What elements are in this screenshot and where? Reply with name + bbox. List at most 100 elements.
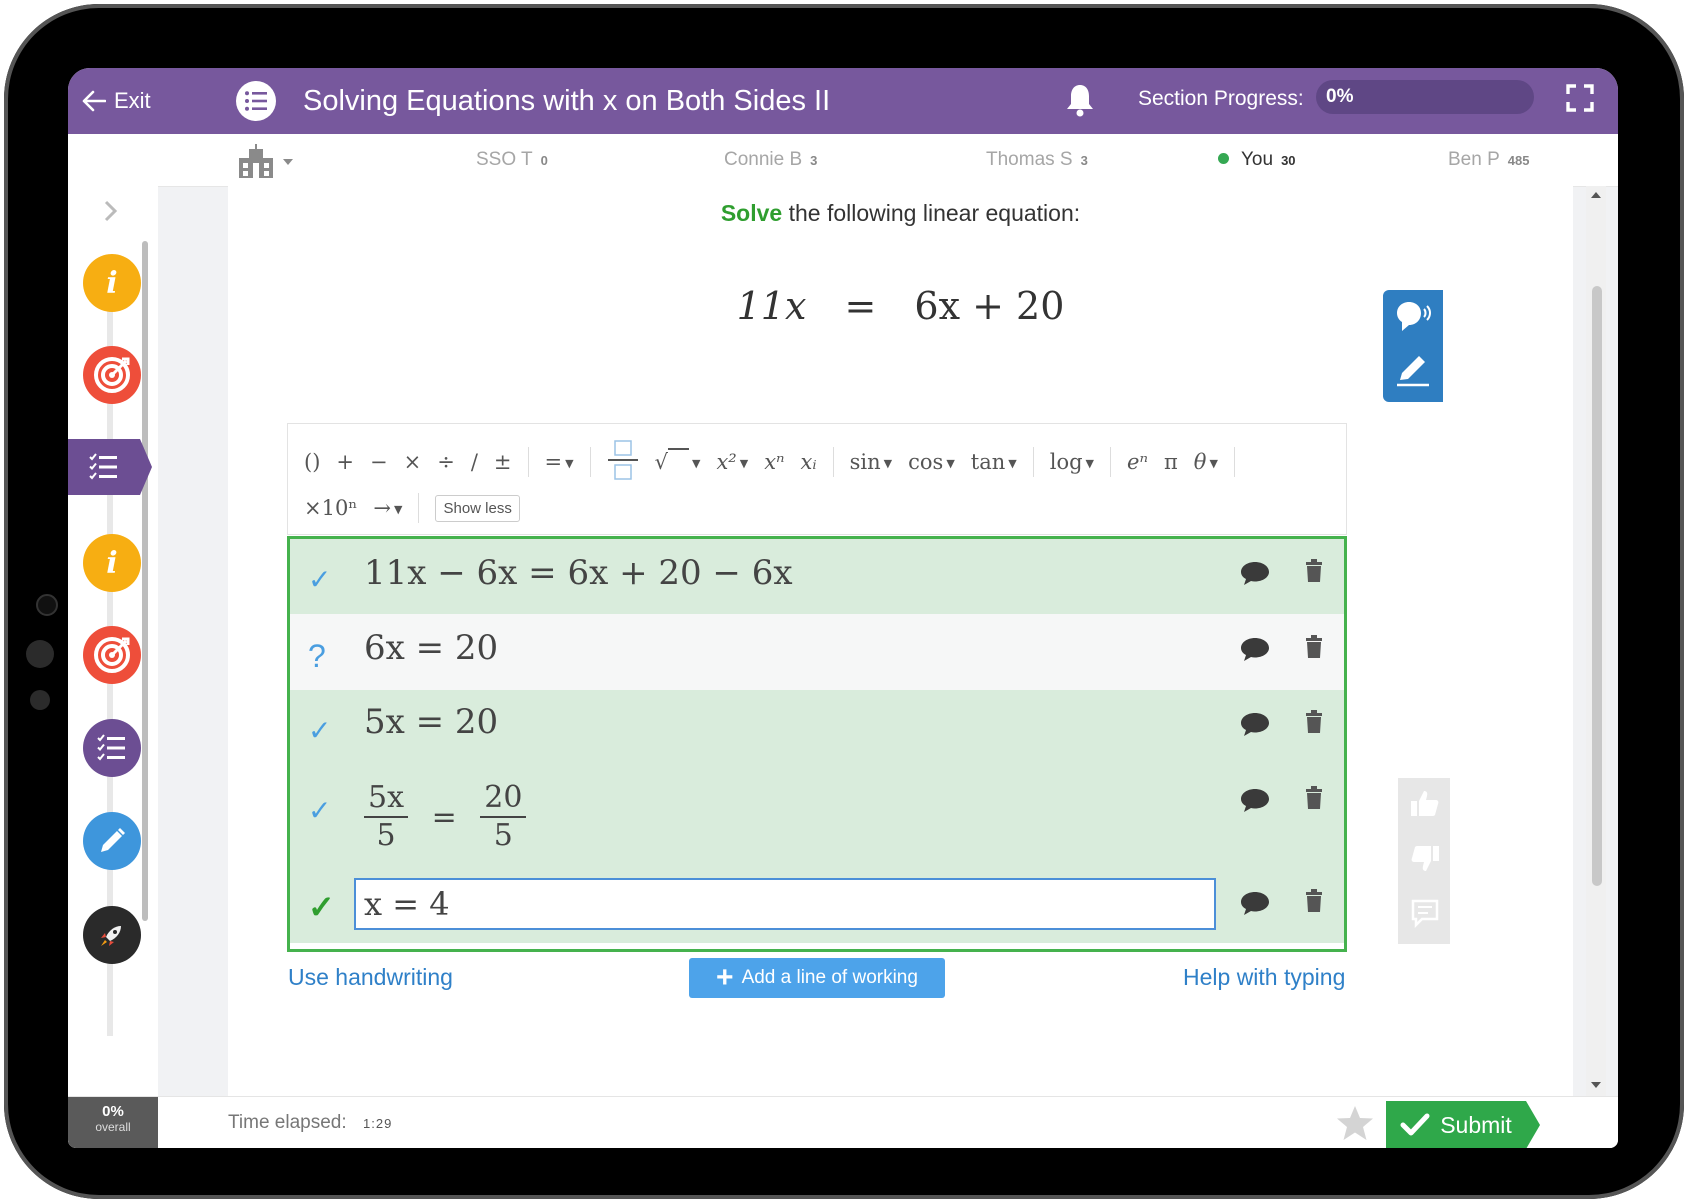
submit-button[interactable]: Submit bbox=[1386, 1101, 1540, 1148]
equals-sign: = bbox=[431, 799, 457, 835]
show-less-button[interactable]: Show less bbox=[435, 494, 520, 522]
pencil-icon[interactable] bbox=[83, 812, 141, 870]
info-icon[interactable]: i bbox=[83, 534, 141, 592]
comment-icon[interactable] bbox=[1240, 636, 1270, 667]
fraction-right: 20 5 bbox=[480, 780, 527, 854]
line-expression[interactable]: 5x 5 = 20 5 bbox=[364, 780, 527, 854]
leaderboard-score: 30 bbox=[1281, 153, 1296, 168]
speech-icon[interactable] bbox=[1395, 300, 1433, 339]
leaderboard-score: 3 bbox=[1080, 153, 1088, 168]
arrow-dropdown[interactable]: → ▼ bbox=[373, 496, 402, 520]
times-button[interactable]: × bbox=[404, 450, 422, 474]
sin-label: sin bbox=[849, 450, 881, 474]
sin-dropdown[interactable]: sin ▼ bbox=[850, 450, 893, 474]
prompt-text: the following linear equation: bbox=[782, 200, 1081, 226]
check-icon: ✓ bbox=[308, 889, 335, 925]
question-mark-icon: ? bbox=[308, 638, 326, 674]
arrow-left-icon bbox=[82, 90, 106, 112]
divide-button[interactable]: ÷ bbox=[437, 450, 455, 474]
info-icon[interactable]: i bbox=[83, 254, 141, 312]
plus-button[interactable]: + bbox=[336, 450, 354, 474]
toolbar-divider bbox=[1110, 447, 1112, 477]
square-dropdown[interactable]: x² ▼ bbox=[716, 450, 748, 474]
comment-icon[interactable] bbox=[1240, 787, 1270, 818]
thumbs-up-icon[interactable] bbox=[1410, 788, 1440, 823]
add-line-button[interactable]: + Add a line of working bbox=[689, 958, 945, 998]
overall-value: 0% bbox=[102, 1103, 124, 1120]
section-progress-bar: 0% bbox=[1316, 80, 1534, 114]
active-list-icon[interactable] bbox=[68, 439, 152, 495]
trash-icon[interactable] bbox=[1305, 559, 1323, 588]
rail-scrollbar[interactable] bbox=[142, 241, 148, 921]
target-icon[interactable] bbox=[83, 346, 141, 404]
exit-button[interactable]: Exit bbox=[82, 68, 151, 134]
working-line[interactable]: ✓ 5x = 20 bbox=[290, 690, 1344, 768]
info-glyph: i bbox=[106, 265, 118, 301]
side-tools bbox=[1383, 290, 1443, 402]
caret-down-icon: ▼ bbox=[739, 457, 749, 470]
theta-dropdown[interactable]: θ ▼ bbox=[1194, 450, 1218, 474]
parentheses-button[interactable]: () bbox=[304, 450, 320, 474]
page-title: Solving Equations with x on Both Sides I… bbox=[303, 85, 831, 117]
caret-down-icon: ▼ bbox=[394, 503, 403, 516]
scroll-down-icon[interactable] bbox=[1591, 1082, 1601, 1088]
rocket-icon[interactable] bbox=[83, 906, 141, 964]
line-expression[interactable]: 11x − 6x = 6x + 20 − 6x bbox=[364, 553, 793, 593]
bell-icon[interactable] bbox=[1066, 83, 1094, 122]
subscript-button[interactable]: xᵢ bbox=[801, 450, 817, 474]
answer-input[interactable]: x = 4 bbox=[354, 878, 1216, 930]
section-progress-label: Section Progress: bbox=[1138, 87, 1304, 110]
equation-lhs: 11x bbox=[736, 284, 807, 328]
pi-button[interactable]: π bbox=[1164, 450, 1178, 474]
log-label: log bbox=[1049, 450, 1083, 474]
working-line[interactable]: ✓ 11x − 6x = 6x + 20 − 6x bbox=[290, 539, 1344, 616]
school-select[interactable] bbox=[236, 144, 296, 183]
power-button[interactable]: xⁿ bbox=[764, 450, 784, 474]
comment-icon[interactable] bbox=[1240, 890, 1270, 921]
line-expression[interactable]: 5x = 20 bbox=[364, 702, 498, 742]
chevron-right-icon[interactable] bbox=[102, 198, 120, 229]
working-line-active[interactable]: ✓ x = 4 bbox=[290, 870, 1344, 943]
log-dropdown[interactable]: log ▼ bbox=[1050, 450, 1094, 474]
working-line[interactable]: ? 6x = 20 bbox=[290, 614, 1344, 692]
target-icon[interactable] bbox=[83, 626, 141, 684]
tan-dropdown[interactable]: tan ▼ bbox=[971, 450, 1017, 474]
trash-icon[interactable] bbox=[1305, 889, 1323, 918]
trash-icon[interactable] bbox=[1305, 635, 1323, 664]
comment-icon[interactable] bbox=[1240, 560, 1270, 591]
exponential-button[interactable]: eⁿ bbox=[1127, 450, 1148, 474]
minus-button[interactable]: − bbox=[370, 450, 388, 474]
cos-dropdown[interactable]: cos ▼ bbox=[908, 450, 955, 474]
slash-button[interactable]: / bbox=[471, 450, 478, 474]
time-elapsed-value: 1:29 bbox=[363, 1116, 393, 1131]
fullscreen-icon[interactable] bbox=[1566, 84, 1594, 117]
check-icon: ✓ bbox=[308, 795, 332, 826]
scientific-notation-button[interactable]: ×10ⁿ bbox=[304, 496, 357, 520]
scrollbar-thumb[interactable] bbox=[1592, 286, 1602, 886]
fraction-button[interactable] bbox=[607, 439, 639, 485]
line-expression[interactable]: 6x = 20 bbox=[364, 628, 498, 668]
list-icon[interactable] bbox=[83, 719, 141, 777]
submit-label: Submit bbox=[1440, 1111, 1512, 1138]
fraction-denominator: 5 bbox=[376, 818, 396, 853]
caret-down-icon: ▼ bbox=[691, 457, 701, 470]
handwriting-pen-icon[interactable] bbox=[1395, 352, 1431, 393]
page-scrollbar[interactable] bbox=[1586, 186, 1606, 1096]
exit-label: Exit bbox=[114, 88, 151, 113]
trash-icon[interactable] bbox=[1305, 710, 1323, 739]
comment-icon[interactable] bbox=[1240, 711, 1270, 742]
help-typing-link[interactable]: Help with typing bbox=[1183, 964, 1345, 991]
star-icon[interactable] bbox=[1336, 1105, 1374, 1146]
scroll-up-icon[interactable] bbox=[1591, 192, 1601, 198]
caret-down-icon: ▼ bbox=[1085, 457, 1095, 470]
trash-icon[interactable] bbox=[1305, 786, 1323, 815]
equals-dropdown[interactable]: = ▼ bbox=[545, 450, 574, 474]
plus-minus-button[interactable]: ± bbox=[494, 450, 512, 474]
use-handwriting-link[interactable]: Use handwriting bbox=[288, 964, 453, 991]
feedback-comment-icon[interactable] bbox=[1410, 898, 1440, 933]
overall-label: overall bbox=[95, 1120, 131, 1134]
sqrt-dropdown[interactable]: √ ▼ bbox=[655, 450, 701, 474]
theta-label: θ bbox=[1193, 450, 1207, 474]
thumbs-down-icon[interactable] bbox=[1410, 844, 1440, 879]
working-line[interactable]: ✓ 5x 5 = 20 5 bbox=[290, 766, 1344, 872]
